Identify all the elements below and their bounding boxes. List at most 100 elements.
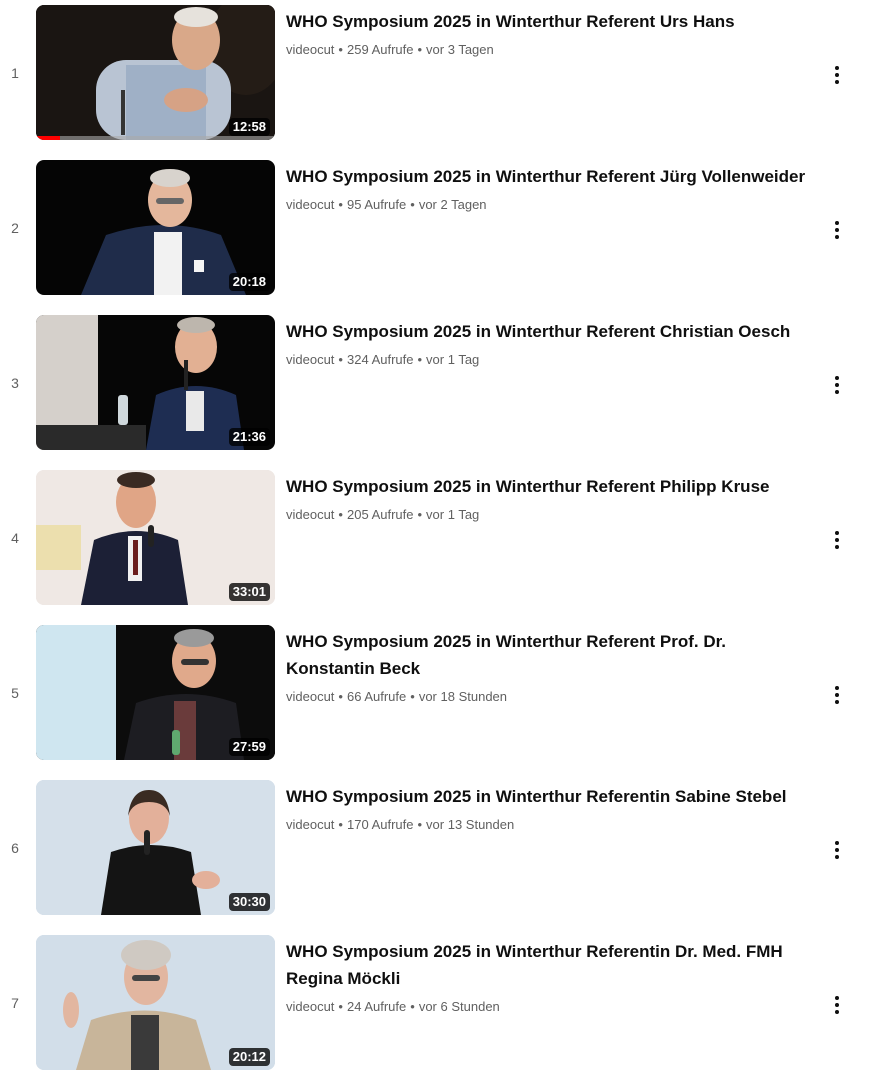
watch-progress-bar bbox=[36, 136, 60, 140]
playlist: 1 12:58 WHO Symposium 2025 in Winterthur… bbox=[0, 0, 887, 1070]
channel-name[interactable]: videocut bbox=[286, 507, 334, 522]
video-info: WHO Symposium 2025 in Winterthur Referen… bbox=[286, 783, 806, 834]
video-meta: videocut • 259 Aufrufe • vor 3 Tagen bbox=[286, 41, 806, 59]
view-count: 259 Aufrufe bbox=[346, 42, 414, 57]
video-meta: videocut • 95 Aufrufe • vor 2 Tagen bbox=[286, 196, 806, 214]
view-count: 66 Aufrufe bbox=[346, 689, 407, 704]
view-count: 205 Aufrufe bbox=[346, 507, 414, 522]
more-vert-icon bbox=[835, 841, 839, 859]
more-vert-icon bbox=[835, 686, 839, 704]
video-title[interactable]: WHO Symposium 2025 in Winterthur Referen… bbox=[286, 783, 806, 810]
video-info: WHO Symposium 2025 in Winterthur Referen… bbox=[286, 938, 806, 1016]
video-thumbnail[interactable]: 33:01 bbox=[36, 470, 275, 605]
meta-separator: • bbox=[338, 689, 343, 704]
item-index: 4 bbox=[11, 530, 19, 546]
video-title[interactable]: WHO Symposium 2025 in Winterthur Referen… bbox=[286, 473, 806, 500]
meta-separator: • bbox=[338, 817, 343, 832]
video-info: WHO Symposium 2025 in Winterthur Referen… bbox=[286, 318, 806, 369]
duration-badge: 30:30 bbox=[228, 893, 270, 911]
meta-separator: • bbox=[410, 197, 415, 212]
meta-separator: • bbox=[338, 197, 343, 212]
playlist-item[interactable]: 2 20:18 WHO Symposium 2025 in Winterthur… bbox=[0, 160, 887, 295]
upload-age: vor 6 Stunden bbox=[418, 999, 500, 1014]
video-info: WHO Symposium 2025 in Winterthur Referen… bbox=[286, 163, 806, 214]
item-index: 3 bbox=[11, 375, 19, 391]
video-info: WHO Symposium 2025 in Winterthur Referen… bbox=[286, 473, 806, 524]
meta-separator: • bbox=[338, 999, 343, 1014]
playlist-item[interactable]: 1 12:58 WHO Symposium 2025 in Winterthur… bbox=[0, 5, 887, 140]
more-options-button[interactable] bbox=[822, 60, 852, 90]
video-title[interactable]: WHO Symposium 2025 in Winterthur Referen… bbox=[286, 628, 806, 682]
video-meta: videocut • 170 Aufrufe • vor 13 Stunden bbox=[286, 816, 806, 834]
view-count: 95 Aufrufe bbox=[346, 197, 407, 212]
video-title[interactable]: WHO Symposium 2025 in Winterthur Referen… bbox=[286, 938, 806, 992]
playlist-item[interactable]: 3 21:36 WHO Symposium 2025 in Winterthur… bbox=[0, 315, 887, 450]
duration-badge: 21:36 bbox=[228, 428, 270, 446]
channel-name[interactable]: videocut bbox=[286, 689, 334, 704]
item-index: 1 bbox=[11, 65, 19, 81]
progress-track bbox=[36, 136, 275, 140]
view-count: 324 Aufrufe bbox=[346, 352, 414, 367]
video-meta: videocut • 66 Aufrufe • vor 18 Stunden bbox=[286, 688, 806, 706]
upload-age: vor 13 Stunden bbox=[426, 817, 515, 832]
item-index: 2 bbox=[11, 220, 19, 236]
channel-name[interactable]: videocut bbox=[286, 999, 334, 1014]
more-vert-icon bbox=[835, 376, 839, 394]
channel-name[interactable]: videocut bbox=[286, 42, 334, 57]
view-count: 170 Aufrufe bbox=[346, 817, 414, 832]
more-options-button[interactable] bbox=[822, 525, 852, 555]
more-options-button[interactable] bbox=[822, 215, 852, 245]
playlist-item[interactable]: 7 20:12 WHO Symposium 2025 in Winterthur… bbox=[0, 935, 887, 1070]
item-index: 7 bbox=[11, 995, 19, 1011]
upload-age: vor 1 Tag bbox=[426, 352, 480, 367]
video-thumbnail[interactable]: 20:18 bbox=[36, 160, 275, 295]
playlist-item[interactable]: 4 33:01 WHO Symposium 2025 in Winterthur… bbox=[0, 470, 887, 605]
meta-separator: • bbox=[417, 817, 423, 832]
more-options-button[interactable] bbox=[822, 835, 852, 865]
video-thumbnail[interactable]: 30:30 bbox=[36, 780, 275, 915]
video-info: WHO Symposium 2025 in Winterthur Referen… bbox=[286, 8, 806, 59]
channel-name[interactable]: videocut bbox=[286, 352, 334, 367]
video-meta: videocut • 24 Aufrufe • vor 6 Stunden bbox=[286, 998, 806, 1016]
video-title[interactable]: WHO Symposium 2025 in Winterthur Referen… bbox=[286, 318, 806, 345]
item-index: 6 bbox=[11, 840, 19, 856]
more-vert-icon bbox=[835, 531, 839, 549]
meta-separator: • bbox=[338, 507, 343, 522]
upload-age: vor 18 Stunden bbox=[418, 689, 508, 704]
upload-age: vor 1 Tag bbox=[426, 507, 480, 522]
meta-separator: • bbox=[410, 999, 415, 1014]
meta-separator: • bbox=[410, 689, 415, 704]
more-vert-icon bbox=[835, 66, 839, 84]
meta-separator: • bbox=[417, 352, 423, 367]
more-options-button[interactable] bbox=[822, 370, 852, 400]
video-title[interactable]: WHO Symposium 2025 in Winterthur Referen… bbox=[286, 163, 806, 190]
duration-badge: 20:18 bbox=[228, 273, 270, 291]
video-meta: videocut • 324 Aufrufe • vor 1 Tag bbox=[286, 351, 806, 369]
channel-name[interactable]: videocut bbox=[286, 197, 334, 212]
item-index: 5 bbox=[11, 685, 19, 701]
playlist-item[interactable]: 6 30:30 WHO Symposium 2025 in Winterthur… bbox=[0, 780, 887, 915]
duration-badge: 27:59 bbox=[228, 738, 270, 756]
duration-badge: 20:12 bbox=[228, 1048, 270, 1066]
meta-separator: • bbox=[417, 42, 423, 57]
upload-age: vor 2 Tagen bbox=[418, 197, 487, 212]
video-info: WHO Symposium 2025 in Winterthur Referen… bbox=[286, 628, 806, 706]
more-options-button[interactable] bbox=[822, 990, 852, 1020]
view-count: 24 Aufrufe bbox=[346, 999, 407, 1014]
duration-badge: 33:01 bbox=[228, 583, 270, 601]
upload-age: vor 3 Tagen bbox=[426, 42, 494, 57]
more-vert-icon bbox=[835, 221, 839, 239]
more-vert-icon bbox=[835, 996, 839, 1014]
channel-name[interactable]: videocut bbox=[286, 817, 334, 832]
duration-badge: 12:58 bbox=[228, 118, 270, 136]
meta-separator: • bbox=[338, 42, 343, 57]
playlist-item[interactable]: 5 27:59 WHO Symposium 2025 in Winterthur… bbox=[0, 625, 887, 760]
video-title[interactable]: WHO Symposium 2025 in Winterthur Referen… bbox=[286, 8, 806, 35]
more-options-button[interactable] bbox=[822, 680, 852, 710]
video-thumbnail[interactable]: 27:59 bbox=[36, 625, 275, 760]
meta-separator: • bbox=[338, 352, 343, 367]
meta-separator: • bbox=[417, 507, 423, 522]
video-thumbnail[interactable]: 21:36 bbox=[36, 315, 275, 450]
video-thumbnail[interactable]: 20:12 bbox=[36, 935, 275, 1070]
video-thumbnail[interactable]: 12:58 bbox=[36, 5, 275, 140]
